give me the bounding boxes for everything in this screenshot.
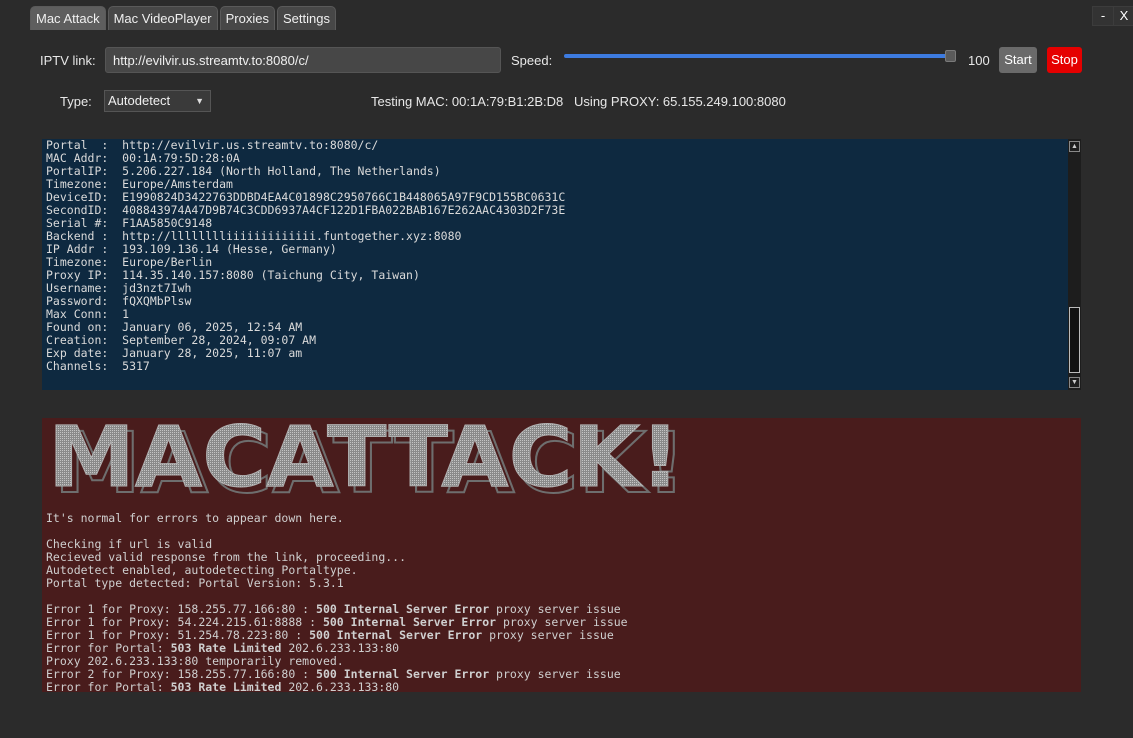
log-line: Portal type detected: Portal Version: 5.… (46, 576, 344, 590)
tab-settings[interactable]: Settings (276, 6, 336, 30)
error-code: 503 Rate Limited (170, 680, 282, 693)
log-text-segment: proxy server issue (489, 667, 621, 681)
speed-slider-handle[interactable] (945, 50, 956, 62)
error-code: 503 Rate Limited (170, 641, 282, 655)
log-text-segment: proxy server issue (489, 602, 621, 616)
log-text-segment: Error 1 for Proxy: 51.254.78.223:80 : (46, 628, 310, 642)
type-label: Type: (60, 94, 92, 109)
error-code: 500 Internal Server Error (322, 615, 497, 629)
iptv-link-input[interactable] (105, 47, 501, 73)
start-button[interactable]: Start (999, 47, 1037, 73)
log-text-segment: 202.6.233.133:80 (281, 680, 400, 693)
scroll-thumb[interactable] (1069, 307, 1080, 373)
result-text: Portal : http://evilvir.us.streamtv.to:8… (46, 139, 565, 373)
log-text-segment: Error 1 for Proxy: 54.224.215.61:8888 : (46, 615, 323, 629)
type-select[interactable]: Autodetect ▼ (104, 90, 211, 112)
error-code: 500 Internal Server Error (316, 602, 490, 616)
scroll-up-icon[interactable]: ▲ (1069, 141, 1080, 152)
error-code: 500 Internal Server Error (316, 667, 490, 681)
minimize-button[interactable]: - (1092, 6, 1114, 26)
result-scrollbar[interactable]: ▲ ▼ (1068, 139, 1081, 390)
speed-label: Speed: (511, 53, 553, 68)
macattack-banner: MACATTACK! MACATTACK! (48, 422, 687, 496)
result-output[interactable]: Portal : http://evilvir.us.streamtv.to:8… (42, 139, 1068, 390)
log-text-segment: Error for Portal: (46, 680, 171, 693)
result-line: Channels: 5317 (46, 359, 150, 373)
iptv-link-label: IPTV link: (40, 53, 96, 68)
banner-text: MACATTACK! (48, 422, 680, 496)
log-line: Error for Portal: 503 Rate Limited 202.6… (46, 680, 628, 693)
scroll-down-icon[interactable]: ▼ (1069, 377, 1080, 388)
log-text-segment: Error 1 for Proxy: 158.255.77.166:80 : (46, 602, 317, 616)
close-button[interactable]: X (1113, 6, 1133, 26)
speed-slider[interactable] (564, 54, 952, 58)
log-text-segment: Error 2 for Proxy: 158.255.77.166:80 : (46, 667, 317, 681)
log-text-segment: proxy server issue (482, 628, 614, 642)
log-text-segment: Error for Portal: (46, 641, 171, 655)
chevron-down-icon: ▼ (195, 96, 204, 106)
log-line: It's normal for errors to appear down he… (46, 511, 344, 525)
error-code: 500 Internal Server Error (309, 628, 483, 642)
log-text-segment: Proxy 202.6.233.133:80 temporarily remov… (46, 654, 344, 668)
tab-mac-videoplayer[interactable]: Mac VideoPlayer (107, 6, 218, 30)
error-log[interactable]: MACATTACK! MACATTACK! It's normal for er… (42, 418, 1081, 692)
log-text-segment: proxy server issue (496, 615, 628, 629)
tab-proxies[interactable]: Proxies (219, 6, 275, 30)
type-select-value: Autodetect (108, 93, 171, 108)
log-text-segment: 202.6.233.133:80 (281, 641, 400, 655)
log-text: It's normal for errors to appear down he… (46, 511, 628, 693)
speed-value: 100 (968, 53, 990, 68)
tab-mac-attack[interactable]: Mac Attack (30, 6, 106, 30)
status-text: Testing MAC: 00:1A:79:B1:2B:D8 Using PRO… (371, 94, 786, 109)
stop-button[interactable]: Stop (1047, 47, 1082, 73)
tab-bar: Mac Attack Mac VideoPlayer Proxies Setti… (30, 6, 336, 30)
